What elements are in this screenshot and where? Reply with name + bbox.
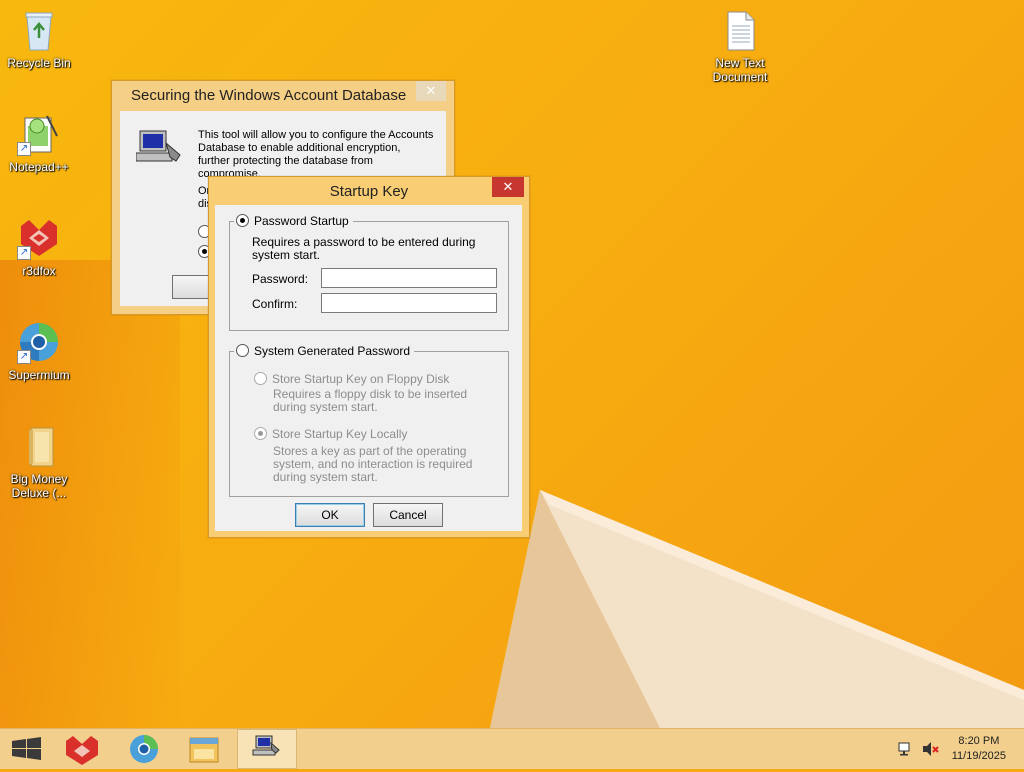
system-generated-radio[interactable] xyxy=(236,344,249,357)
taskbar-r3dfox[interactable] xyxy=(54,729,110,769)
folder-icon xyxy=(17,424,61,468)
floppy-description: Requires a floppy disk to be inserted du… xyxy=(273,387,468,414)
password-input[interactable] xyxy=(321,268,497,288)
cancel-button[interactable]: Cancel xyxy=(373,503,443,527)
start-button[interactable] xyxy=(0,729,56,769)
file-explorer-icon xyxy=(189,737,219,763)
computer-key-icon xyxy=(135,129,186,169)
supermium-icon xyxy=(130,735,158,763)
close-button[interactable]: ✕ xyxy=(492,177,524,197)
title-bar[interactable]: Startup Key ✕ xyxy=(209,177,529,205)
computer-key-icon xyxy=(252,735,280,756)
password-startup-description: Requires a password to be entered during… xyxy=(252,235,476,262)
floppy-radio[interactable] xyxy=(254,372,267,385)
desktop-icon-recycle-bin[interactable]: Recycle Bin xyxy=(3,8,75,70)
window-title: Securing the Windows Account Database xyxy=(131,87,407,104)
desktop-icon-notepad-plus-plus[interactable]: ↗ Notepad++ xyxy=(3,112,75,174)
system-generated-label: System Generated Password xyxy=(254,344,411,358)
dialog-client-area: Password Startup Requires a password to … xyxy=(215,205,522,531)
store-locally-radio[interactable] xyxy=(254,427,267,440)
desktop-icon-big-money-deluxe[interactable]: Big Money Deluxe (... xyxy=(3,424,75,500)
desktop-icon-label: Big Money Deluxe (... xyxy=(10,472,68,500)
system-generated-option[interactable]: System Generated Password xyxy=(234,344,415,358)
clock-time: 8:20 PM xyxy=(958,735,1000,747)
password-label: Password: xyxy=(252,272,309,286)
r3dfox-icon xyxy=(66,736,98,765)
windows-logo-icon xyxy=(12,737,41,760)
clock-date: 11/19/2025 xyxy=(951,750,1006,762)
text-document-icon xyxy=(718,8,762,52)
password-startup-option[interactable]: Password Startup xyxy=(234,214,353,228)
startup-key-dialog[interactable]: Startup Key ✕ Password Startup Requires … xyxy=(208,176,530,538)
desktop-icon-label: Notepad++ xyxy=(9,160,69,174)
desktop-icon-label: Recycle Bin xyxy=(7,56,71,70)
shortcut-arrow-icon: ↗ xyxy=(17,350,31,364)
dialog-title: Startup Key xyxy=(329,183,409,200)
floppy-label: Store Startup Key on Floppy Disk xyxy=(272,372,450,386)
store-locally-label: Store Startup Key Locally xyxy=(272,427,408,441)
system-generated-group: System Generated Password Store Startup … xyxy=(229,344,509,497)
desktop-icon-r3dfox[interactable]: ↗ r3dfox xyxy=(3,216,75,278)
desktop-icon-label: Supermium xyxy=(8,368,70,382)
system-clock[interactable]: 8:20 PM 11/19/2025 xyxy=(952,734,1006,764)
ok-button[interactable]: OK xyxy=(295,503,365,527)
r3dfox-icon: ↗ xyxy=(17,216,61,260)
password-startup-group: Password Startup Requires a password to … xyxy=(229,214,509,331)
volume-muted-icon[interactable] xyxy=(922,741,940,757)
notepad-plus-plus-icon: ↗ xyxy=(17,112,61,156)
network-icon[interactable] xyxy=(898,741,914,757)
title-bar[interactable]: Securing the Windows Account Database ✕ xyxy=(112,81,454,109)
confirm-label: Confirm: xyxy=(252,297,298,311)
supermium-icon: ↗ xyxy=(17,320,61,364)
desktop-icon-label: r3dfox xyxy=(22,264,56,278)
taskbar: 8:20 PM 11/19/2025 xyxy=(0,728,1024,769)
taskbar-supermium[interactable] xyxy=(116,729,172,769)
close-button[interactable]: ✕ xyxy=(416,81,446,101)
shortcut-arrow-icon: ↗ xyxy=(17,142,31,156)
confirm-input[interactable] xyxy=(321,293,497,313)
recycle-bin-icon xyxy=(17,8,61,52)
store-locally-description: Stores a key as part of the operating sy… xyxy=(273,444,473,484)
floppy-option[interactable]: Store Startup Key on Floppy Disk xyxy=(254,372,449,386)
taskbar-securing-database[interactable] xyxy=(237,729,297,769)
close-icon: ✕ xyxy=(425,83,437,98)
desktop-icon-label: New Text Document xyxy=(712,56,768,84)
password-startup-radio[interactable] xyxy=(236,214,249,227)
tool-description: This tool will allow you to configure th… xyxy=(198,129,434,180)
taskbar-file-explorer[interactable] xyxy=(176,729,232,769)
shortcut-arrow-icon: ↗ xyxy=(17,246,31,260)
desktop-icon-supermium[interactable]: ↗ Supermium xyxy=(3,320,75,382)
close-icon: ✕ xyxy=(502,179,514,194)
store-locally-option[interactable]: Store Startup Key Locally xyxy=(254,427,407,441)
desktop-icon-new-text-document[interactable]: New Text Document xyxy=(704,8,776,84)
password-startup-label: Password Startup xyxy=(254,214,349,228)
